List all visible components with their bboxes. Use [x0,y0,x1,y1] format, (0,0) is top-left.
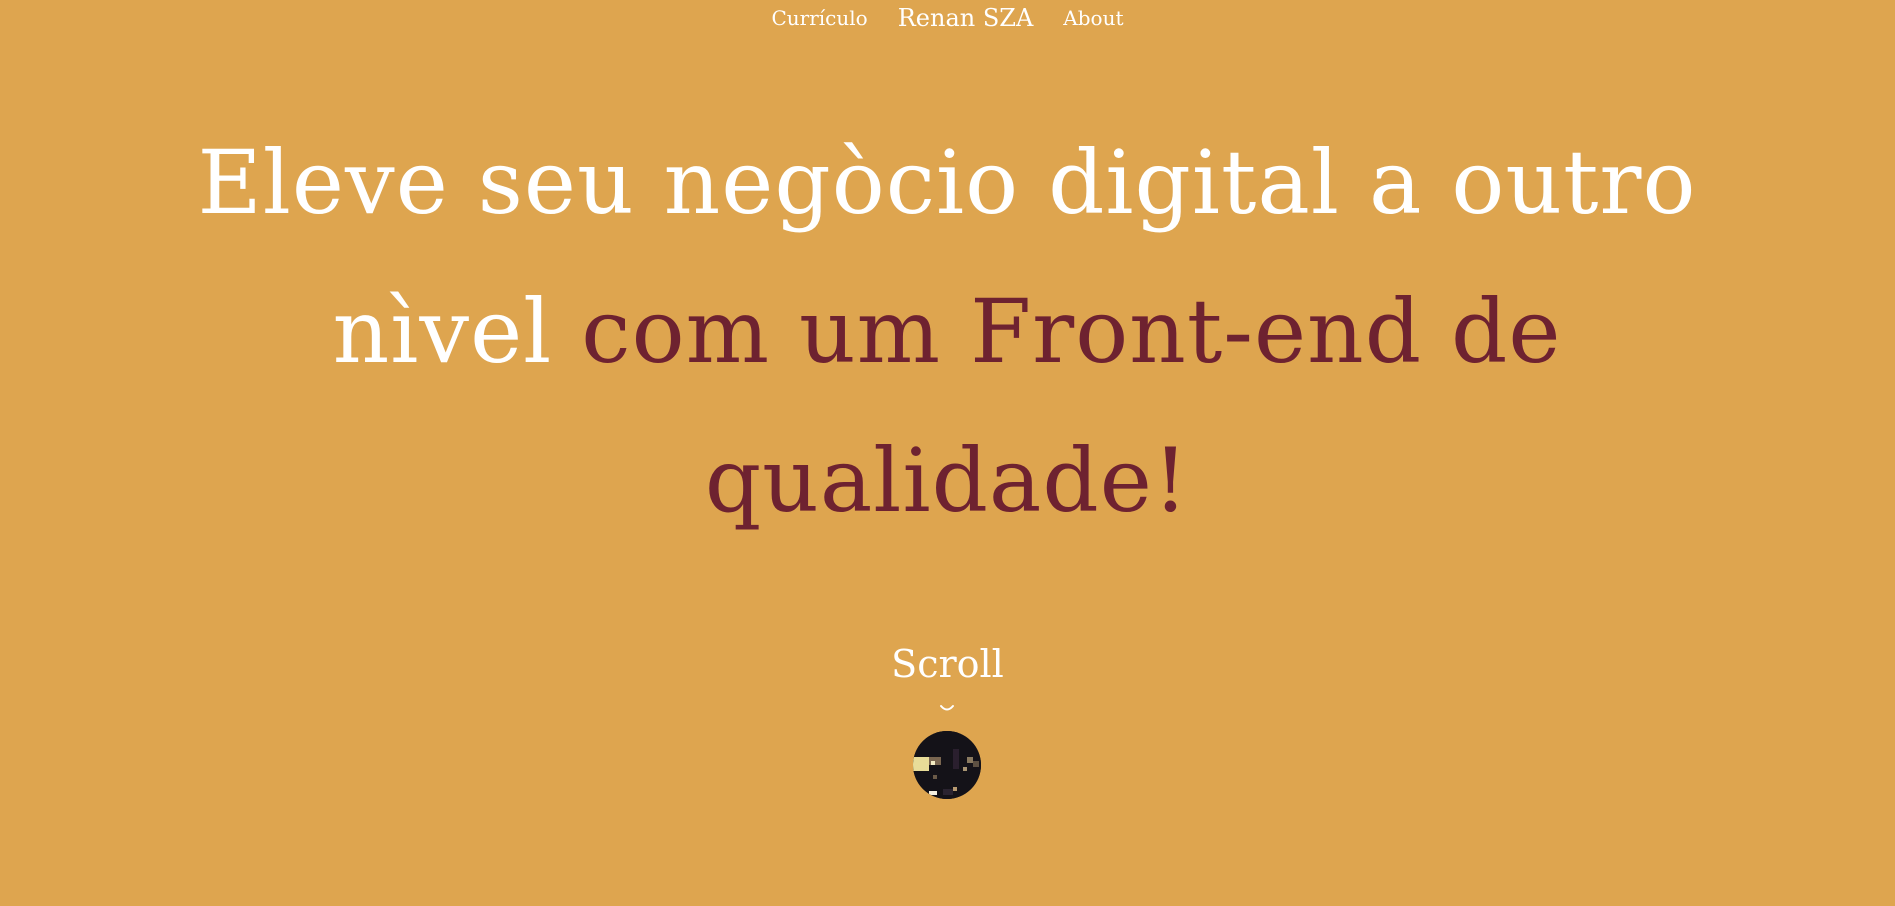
avatar[interactable] [913,731,981,799]
nav-link-about[interactable]: About [1063,6,1123,30]
top-navigation: Currículo Renan SZA About [0,4,1895,32]
nav-brand-link[interactable]: Renan SZA [898,4,1034,32]
nav-link-curriculo[interactable]: Currículo [771,6,867,30]
chevron-down-icon[interactable] [935,701,959,715]
pixel-art-avatar-icon [913,731,981,799]
hero-headline: Eleve seu negòcio digital a outro nìvel … [197,108,1697,555]
scroll-label: Scroll [891,642,1004,686]
hero-headline-accent: com um Front-end de qualidade! [581,280,1562,532]
